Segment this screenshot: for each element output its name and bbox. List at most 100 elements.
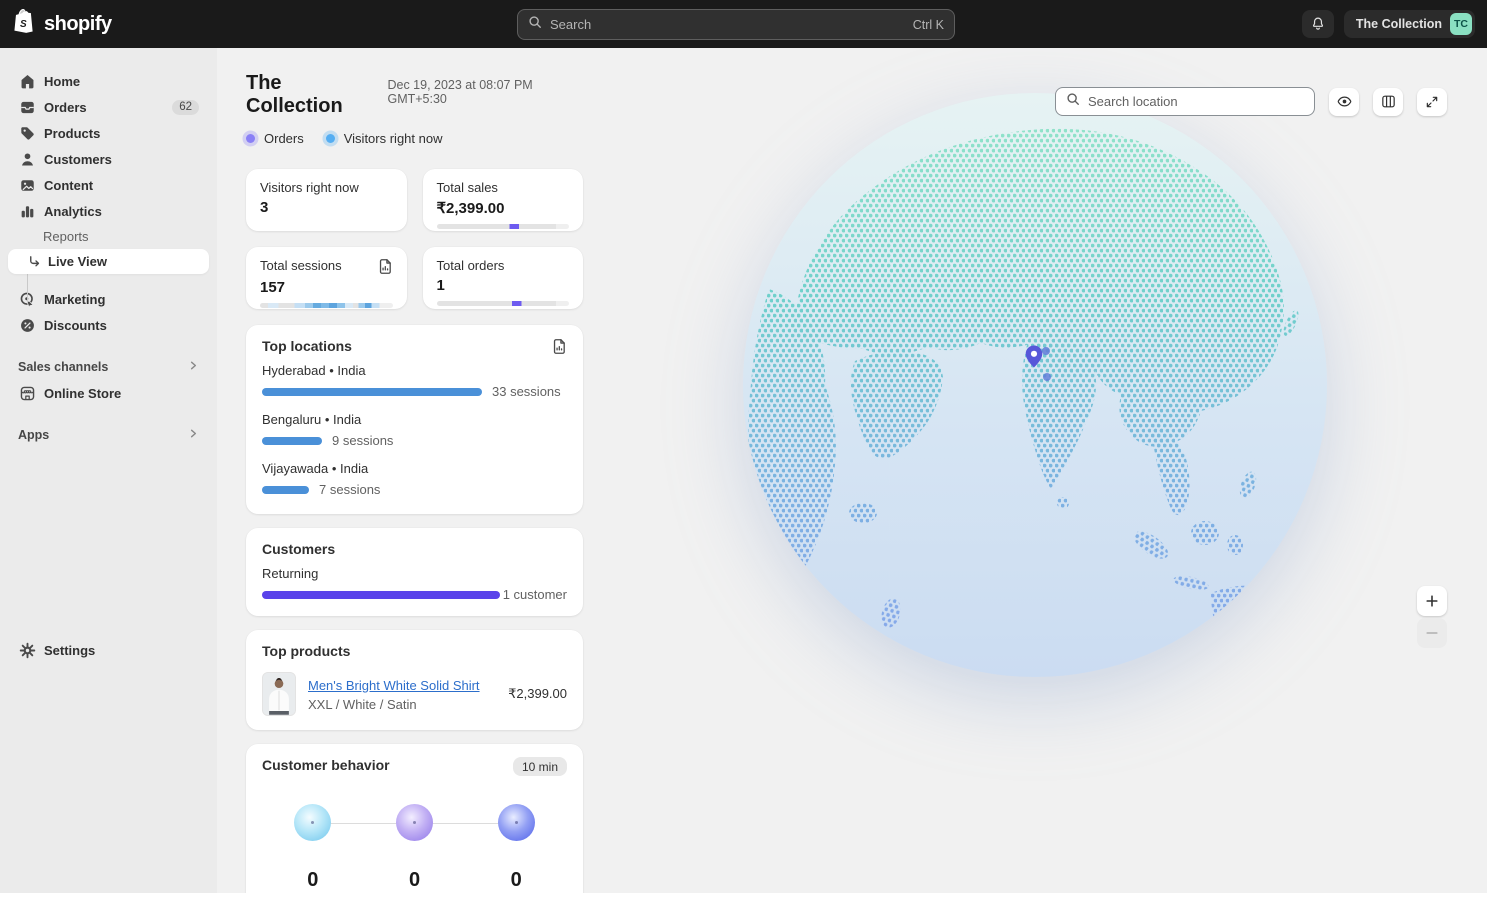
page-datetime: Dec 19, 2023 at 08:07 PM GMT+5:30 [387,78,583,106]
top-products-card: Top products Men's Bright Whit [246,630,583,730]
legend: Orders Visitors right now [246,131,583,146]
doc-chart-icon [552,338,567,355]
stat-card-total-sales: Total sales ₹2,399.00 [423,169,584,231]
location-search-input[interactable] [1088,94,1304,109]
fullscreen-button[interactable] [1417,88,1447,116]
purchased-sphere-icon [498,804,535,841]
shopify-bag-icon: S [12,7,38,42]
svg-text:S: S [20,18,27,29]
section-label: Sales channels [18,360,108,374]
orders-sparkline [437,301,570,306]
location-label: Vijayawada • India [262,461,567,476]
sessions-bar [262,437,322,445]
globe-map[interactable] [743,93,1327,677]
eye-icon [1336,93,1353,110]
export-report-button[interactable] [552,338,567,355]
notifications-button[interactable] [1302,10,1334,38]
store-name: The Collection [1356,17,1442,31]
sidebar-item-marketing[interactable]: Marketing [8,286,209,312]
account-menu[interactable]: The Collection TC [1344,10,1475,38]
funnel-step: 0 Purchased [465,869,567,893]
orders-icon [18,98,36,116]
step-value: 0 [262,869,364,892]
sidebar-item-analytics[interactable]: Analytics [8,198,209,224]
person-icon [18,150,36,168]
map-icon [1380,93,1397,110]
expand-icon [1424,94,1440,110]
sidebar-item-content[interactable]: Content [8,172,209,198]
sidebar-item-discounts[interactable]: Discounts [8,312,209,338]
sidebar-item-label: Orders [44,100,87,115]
card-title: Top products [262,643,567,659]
stat-value: 3 [260,199,393,216]
sidebar-item-products[interactable]: Products [8,120,209,146]
time-window-badge: 10 min [513,757,567,776]
sidebar-item-settings[interactable]: Settings [8,637,209,663]
orders-dot-icon [246,134,255,143]
sidebar-item-label: Products [44,126,100,141]
product-link[interactable]: Men's Bright White Solid Shirt [308,678,480,693]
sidebar-subitem-label: Reports [43,229,89,244]
stat-card-total-sessions: Total sessions 157 [246,247,407,309]
zoom-out-button[interactable] [1417,618,1447,648]
sidebar-item-label: Home [44,74,80,89]
map-style-button[interactable] [1373,88,1403,116]
bar-chart-icon [18,202,36,220]
product-variant: XXL / White / Satin [308,697,496,712]
sidebar-item-label: Online Store [44,386,121,401]
sidebar-item-online-store[interactable]: Online Store [8,380,209,406]
sidebar-item-orders[interactable]: Orders 62 [8,94,209,120]
sidebar-item-reports[interactable]: Reports [8,224,209,249]
visibility-button[interactable] [1329,88,1359,116]
legend-orders: Orders [246,131,304,146]
product-thumbnail[interactable] [262,672,296,716]
step-value: 0 [364,869,466,892]
sidebar-item-label: Analytics [44,204,102,219]
zoom-in-button[interactable] [1417,586,1447,616]
location-row: Bengaluru • India 9 sessions [262,412,567,448]
plus-icon [1425,594,1439,608]
sidebar-item-customers[interactable]: Customers [8,146,209,172]
sessions-count: 33 sessions [492,384,561,399]
product-row: Men's Bright White Solid Shirt XXL / Whi… [262,672,567,716]
stat-value: ₹2,399.00 [437,199,570,217]
sidebar-item-label: Discounts [44,318,107,333]
export-report-button[interactable] [378,258,393,275]
legend-visitors: Visitors right now [326,131,443,146]
apps-header[interactable]: Apps [8,422,209,448]
location-label: Hyderabad • India [262,363,567,378]
avatar: TC [1450,13,1472,35]
sessions-bar [262,388,482,396]
returning-customers-bar [262,591,500,599]
product-price: ₹2,399.00 [508,686,567,702]
global-search[interactable]: Ctrl K [517,9,955,40]
legend-label: Visitors right now [344,131,443,146]
stat-value: 1 [437,277,570,294]
doc-chart-icon [378,258,393,275]
shopify-logo[interactable]: S shopify [12,7,217,42]
stat-card-visitors: Visitors right now 3 [246,169,407,231]
search-icon [1066,92,1080,111]
location-search[interactable] [1055,87,1315,116]
card-title: Customer behavior [262,757,390,773]
gear-icon [18,641,36,659]
section-label: Apps [18,428,49,442]
tag-icon [18,124,36,142]
sidebar-item-label: Customers [44,152,112,167]
customer-behavior-card: Customer behavior 10 min 0 Active carts [246,744,583,893]
customer-count: 1 customer [503,587,567,602]
sidebar-item-label: Marketing [44,292,105,307]
location-row: Vijayawada • India 7 sessions [262,461,567,497]
discount-icon [18,316,36,334]
customers-card: Customers Returning 1 customer [246,528,583,616]
active-carts-sphere-icon [294,804,331,841]
sessions-count: 9 sessions [332,433,393,448]
sidebar-item-live-view[interactable]: Live View [8,249,209,274]
global-search-input[interactable] [550,17,905,32]
elbow-arrow-icon [27,254,43,270]
image-icon [18,176,36,194]
sidebar-item-home[interactable]: Home [8,68,209,94]
bell-icon [1309,15,1327,33]
topbar: S shopify Ctrl K The Collection TC [0,0,1487,48]
sales-channels-header[interactable]: Sales channels [8,354,209,380]
